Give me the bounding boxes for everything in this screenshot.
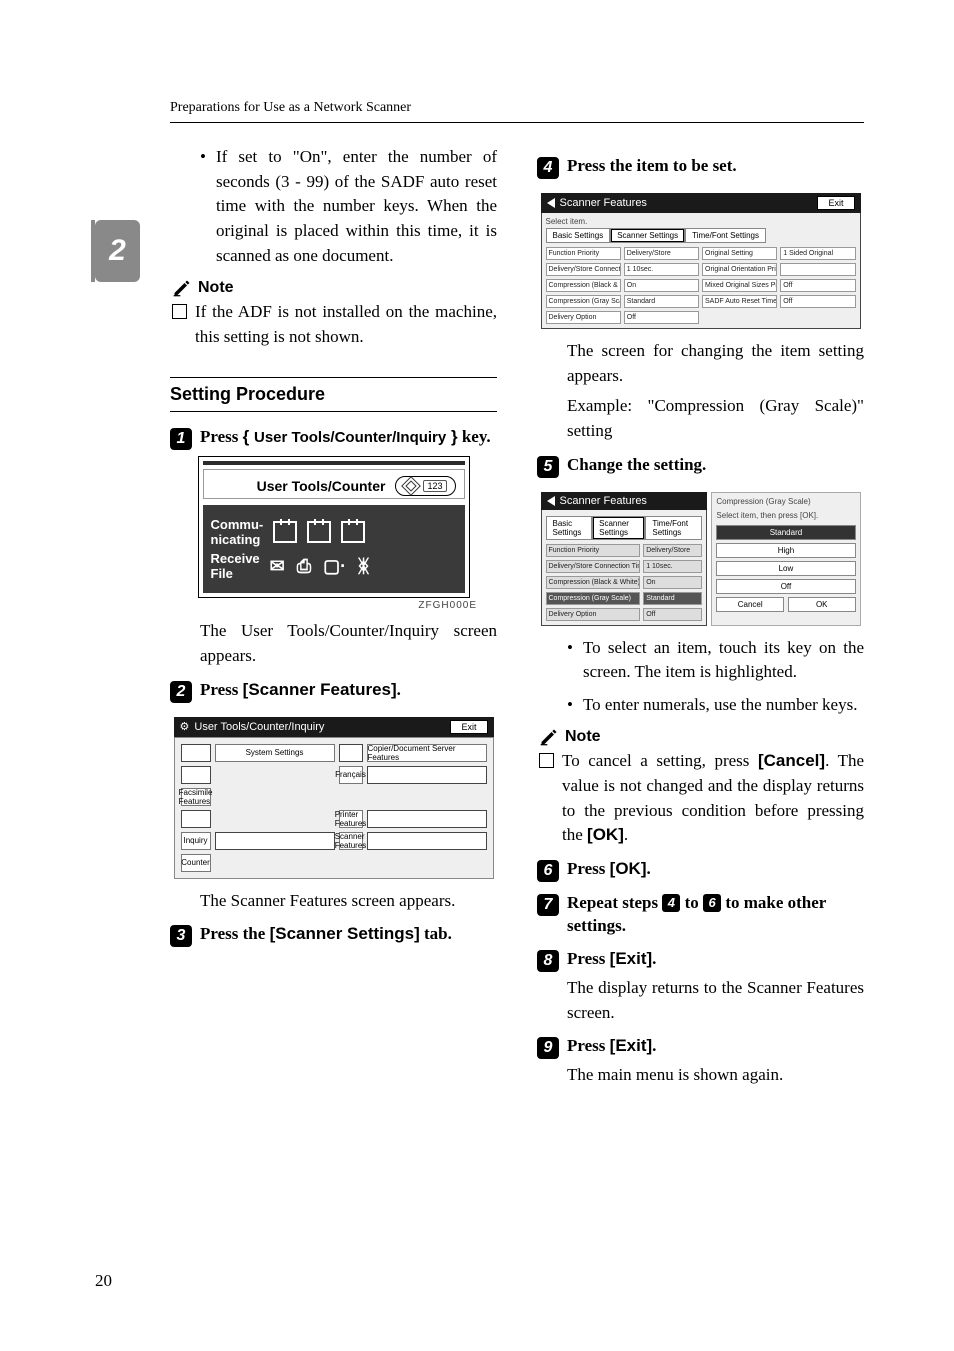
step-3: 3 Press the [Scanner Settings] tab. bbox=[170, 923, 497, 947]
step8-result: The display returns to the Scanner Featu… bbox=[567, 976, 864, 1025]
step-1: 1 Press { User Tools/Counter/Inquiry } k… bbox=[170, 426, 497, 450]
step-ref-4: 4 bbox=[662, 894, 680, 912]
section-title: Setting Procedure bbox=[170, 384, 497, 405]
panel1-row1-label: Commu- nicating bbox=[211, 517, 264, 547]
section-rule-top bbox=[170, 377, 497, 378]
tray-icon bbox=[341, 521, 365, 543]
cancel-button: Cancel bbox=[716, 597, 784, 612]
step-ref-6: 6 bbox=[703, 894, 721, 912]
step-7: 7 Repeat steps 4 to 6 to make other sett… bbox=[537, 892, 864, 938]
panel1-row2-label: Receive File bbox=[211, 551, 260, 581]
note-cancel: To cancel a setting, press [Cancel]. The… bbox=[539, 749, 864, 848]
step-number-3: 3 bbox=[170, 925, 192, 947]
note-box-icon bbox=[172, 304, 187, 319]
panel-compression-setting: Scanner Features Basic Settings Scanner … bbox=[541, 484, 861, 626]
step-number-2: 2 bbox=[170, 681, 192, 703]
back-icon bbox=[547, 496, 555, 506]
step-8: 8 Press [Exit]. bbox=[537, 948, 864, 972]
bullet-sadf: • If set to "On", enter the number of se… bbox=[200, 145, 497, 268]
diamond-icon bbox=[402, 477, 422, 497]
section-rule-bot bbox=[170, 411, 497, 412]
note-box-icon bbox=[539, 753, 554, 768]
panel-user-tools-inquiry: ⚙User Tools/Counter/Inquiry Exit System … bbox=[174, 709, 494, 879]
file-icon: ⎙ bbox=[297, 556, 311, 577]
note-item: If the ADF is not installed on the machi… bbox=[172, 300, 497, 349]
chapter-tab: 2 bbox=[95, 220, 140, 282]
note-heading: Note bbox=[172, 278, 497, 298]
step-5: 5 Change the setting. bbox=[537, 454, 864, 478]
step-number-1: 1 bbox=[170, 428, 192, 450]
step-number-9: 9 bbox=[537, 1037, 559, 1059]
settings-grid: Function PriorityDelivery/Store Original… bbox=[546, 247, 856, 324]
pencil-icon bbox=[539, 727, 559, 747]
step-number-4: 4 bbox=[537, 157, 559, 179]
gear-icon: ⚙ bbox=[180, 720, 190, 733]
step4-result-b: Example: "Compression (Gray Scale)" sett… bbox=[567, 394, 864, 443]
step-number-7: 7 bbox=[537, 894, 559, 916]
step9-result: The main menu is shown again. bbox=[567, 1063, 864, 1088]
header-rule bbox=[170, 122, 864, 123]
panel1-caption: ZFGH000E bbox=[170, 600, 477, 611]
bullet-numerals: • To enter numerals, use the number keys… bbox=[567, 693, 864, 718]
step4-result-a: The screen for changing the item setting… bbox=[567, 339, 864, 388]
note-heading: Note bbox=[539, 727, 864, 747]
exit-button: Exit bbox=[450, 720, 487, 734]
step-2: 2 Press [Scanner Features]. bbox=[170, 679, 497, 703]
step-number-6: 6 bbox=[537, 860, 559, 882]
panel1-title: User Tools/Counter bbox=[257, 478, 386, 494]
tray-icon bbox=[307, 521, 331, 543]
step-number-8: 8 bbox=[537, 950, 559, 972]
step-number-5: 5 bbox=[537, 456, 559, 478]
step1-result: The User Tools/Counter/Inquiry screen ap… bbox=[200, 619, 497, 668]
ok-button: OK bbox=[788, 597, 856, 612]
mail-icon: ✉ bbox=[270, 556, 285, 577]
back-icon bbox=[547, 198, 555, 208]
tray-icon bbox=[273, 521, 297, 543]
bunny-icon: ᛤ bbox=[358, 556, 369, 577]
system-icon bbox=[181, 744, 211, 762]
left-column: • If set to "On", enter the number of se… bbox=[170, 145, 497, 1088]
running-header: Preparations for Use as a Network Scanne… bbox=[170, 100, 954, 116]
panel1-button: 123 bbox=[395, 476, 455, 496]
step-9: 9 Press [Exit]. bbox=[537, 1035, 864, 1059]
step-4: 4 Press the item to be set. bbox=[537, 155, 864, 179]
step2-result: The Scanner Features screen appears. bbox=[200, 889, 497, 914]
page-icon: ▢· bbox=[323, 556, 346, 577]
step-6: 6 Press [OK]. bbox=[537, 858, 864, 882]
menu-btn: System Settings bbox=[215, 744, 335, 762]
page-number: 20 bbox=[95, 1271, 112, 1291]
pencil-icon bbox=[172, 278, 192, 298]
bullet-select: • To select an item, touch its key on th… bbox=[567, 636, 864, 685]
exit-button: Exit bbox=[817, 196, 854, 210]
panel-user-tools-counter: User Tools/Counter 123 Commu- nicating bbox=[198, 456, 470, 598]
panel-scanner-features: Scanner Features Exit Select item. Basic… bbox=[541, 185, 861, 329]
right-column: 4 Press the item to be set. Scanner Feat… bbox=[537, 145, 864, 1088]
